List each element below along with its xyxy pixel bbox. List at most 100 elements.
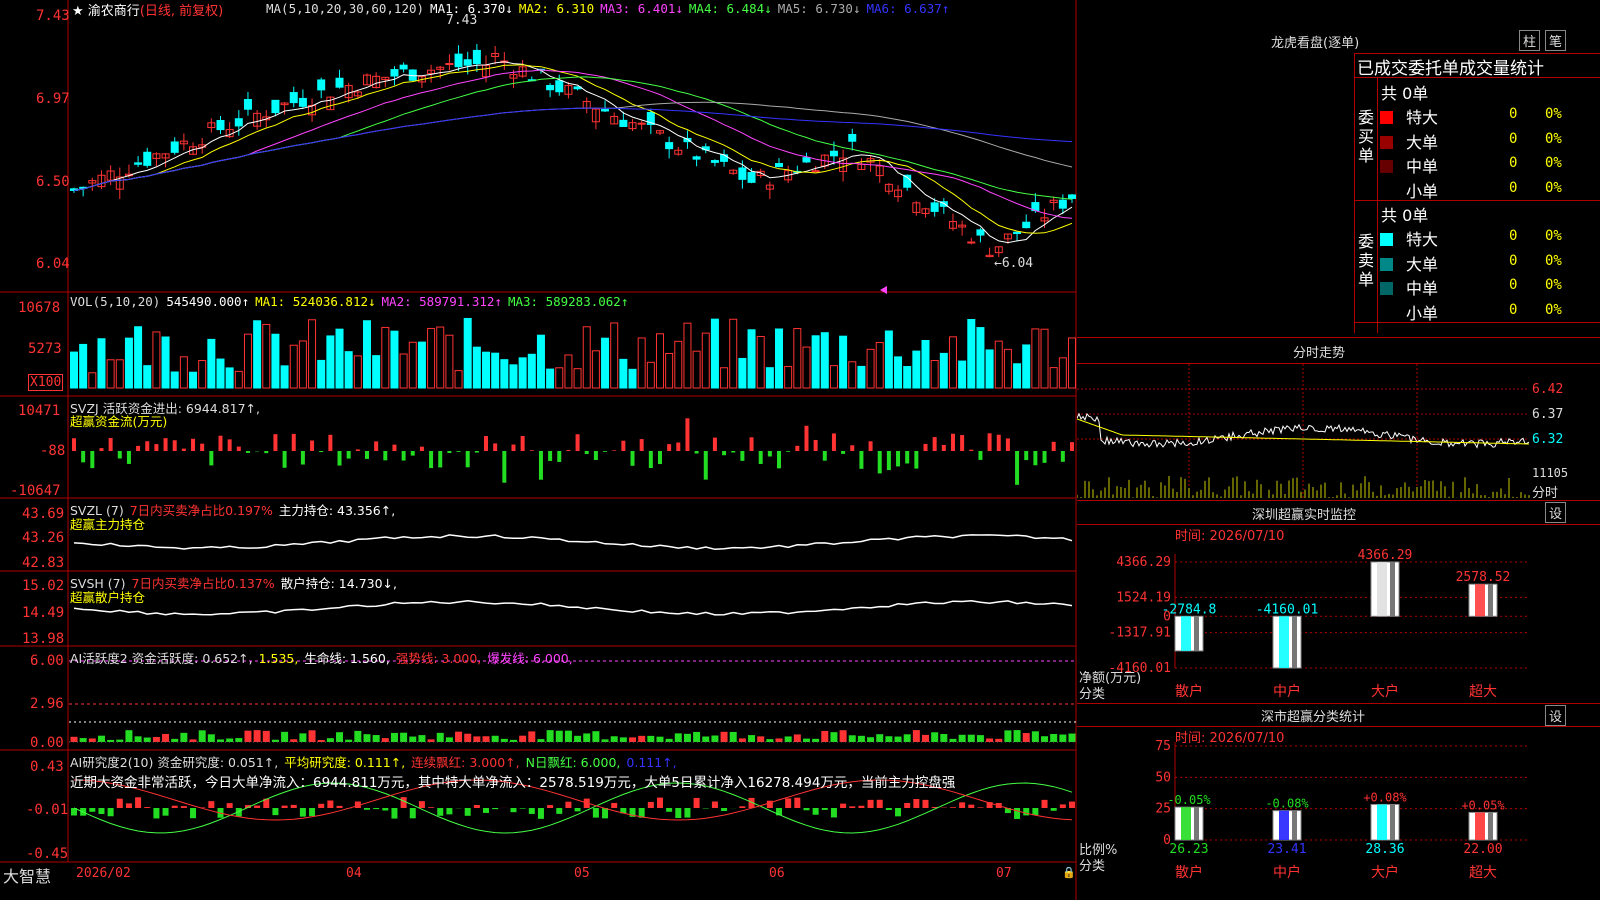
- dragon-tiger-title: 龙虎看盘(逐单): [1271, 36, 1360, 51]
- legend-item: 主力持仓: 43.356↑,: [278, 503, 396, 518]
- flow-bar: [346, 451, 351, 459]
- volume-bar: [1013, 363, 1022, 389]
- research-bar: [437, 808, 444, 816]
- activity-bar: [683, 733, 691, 742]
- order-label: 大单: [1406, 132, 1439, 152]
- flow-bar: [575, 434, 580, 451]
- research-bar: [135, 797, 142, 808]
- research-bar: [684, 808, 691, 818]
- candle-body: [234, 118, 243, 127]
- volume-bar: [70, 351, 78, 389]
- flow-bar: [191, 438, 196, 451]
- flow-bar: [392, 444, 397, 451]
- intraday-chart[interactable]: [1077, 364, 1600, 500]
- research-bar: [428, 807, 435, 808]
- sz-class-xlabel: 分类: [1079, 859, 1106, 874]
- moving-average-lines: [73, 61, 1073, 244]
- swatch-icon: [1380, 135, 1393, 149]
- flow-bar: [355, 449, 360, 451]
- flow-bar: [117, 451, 122, 459]
- volume-bar: [518, 357, 527, 389]
- flow-bar: [813, 439, 818, 451]
- fund-flow-bars: [72, 418, 1074, 485]
- volume-bar: [967, 319, 976, 389]
- flow-bar: [703, 451, 708, 480]
- main-force-holding-line: [73, 534, 1073, 551]
- activity-bar: [638, 735, 646, 742]
- order-row: 特大: [1380, 226, 1438, 250]
- legend-item: 强势线: 3.000,: [395, 651, 482, 666]
- flow-bar: [868, 441, 873, 451]
- activity-bar: [610, 736, 618, 742]
- flow-bar: [282, 451, 287, 468]
- price-tick-2: 6.97: [36, 91, 70, 107]
- favorite-star-icon[interactable]: ★: [72, 4, 84, 19]
- volume-bar: [179, 356, 188, 389]
- research-bar: [1023, 808, 1030, 816]
- flow-bar: [511, 444, 516, 451]
- flow-bar: [374, 441, 379, 451]
- volume-bar: [243, 333, 252, 389]
- flow-bar: [786, 451, 791, 452]
- flow-bar: [923, 443, 928, 451]
- flow-bar: [621, 440, 626, 451]
- activity-bar: [922, 734, 930, 742]
- candle-body: [454, 53, 463, 68]
- research-bar: [464, 808, 471, 816]
- order-label: 大单: [1406, 254, 1439, 274]
- research-bar: [867, 799, 874, 808]
- flow-bar: [300, 451, 305, 465]
- activity-bar: [1050, 734, 1058, 742]
- candle-body: [665, 142, 674, 150]
- swatch-icon: [1380, 307, 1393, 320]
- volume-bar: [124, 337, 133, 389]
- candle-body: [1068, 194, 1076, 199]
- flow-bar: [777, 451, 782, 469]
- activity-bar: [592, 731, 600, 742]
- volume-bar: [381, 326, 390, 389]
- activity-bar: [262, 730, 270, 742]
- flow-bar: [767, 451, 772, 457]
- vol-unit[interactable]: X100: [28, 374, 64, 391]
- activity-bar: [326, 738, 334, 742]
- activity-bar: [839, 730, 847, 742]
- volume-bar: [784, 365, 793, 389]
- flow-bar: [694, 451, 699, 454]
- flow-bar: [383, 451, 388, 461]
- volume-bar: [802, 346, 811, 389]
- research-bar: [968, 804, 975, 808]
- candle-body: [445, 62, 454, 65]
- activity-bar: [244, 730, 252, 742]
- flow-bar: [72, 438, 76, 451]
- research-bar: [226, 803, 233, 808]
- bar-view-button[interactable]: 柱: [1519, 30, 1541, 51]
- order-pct: 0%: [1545, 106, 1562, 122]
- flow-bar: [410, 451, 415, 456]
- lock-icon[interactable]: 🔒: [1062, 866, 1076, 879]
- volume-bar: [143, 365, 152, 389]
- category-label: 大户: [1371, 864, 1399, 881]
- volume-bar: [344, 351, 353, 389]
- sz-class-settings-button[interactable]: 设: [1545, 705, 1567, 726]
- order-count: 0: [1509, 106, 1518, 122]
- brand-logo[interactable]: 大智慧: [3, 863, 51, 887]
- category-label: 超大: [1469, 684, 1497, 700]
- tick-view-button[interactable]: 笔: [1545, 30, 1567, 51]
- swatch-icon: [1380, 257, 1393, 271]
- flow-bar: [291, 433, 296, 451]
- flow-bar: [712, 437, 717, 451]
- activity-bar: [207, 734, 215, 742]
- legend-item: 生命线: 1.560,: [304, 651, 390, 666]
- date-tick-3: 05: [574, 866, 590, 881]
- sz-monitor-settings-button[interactable]: 设: [1545, 502, 1567, 523]
- bar-value-label: 23.41: [1267, 842, 1306, 857]
- chart-mode[interactable]: (日线, 前复权): [140, 4, 223, 19]
- vol-legend: VOL(5,10,20) 545490.000↑ MA1: 524036.812↓ M…: [70, 294, 634, 309]
- volume-bar: [454, 370, 463, 389]
- flow-bar: [1051, 441, 1056, 451]
- flow-bar: [850, 445, 855, 451]
- activity-bar: [1041, 736, 1049, 742]
- legend-item: 爆发线: 6.000,: [487, 651, 573, 666]
- research-bar: [803, 808, 810, 811]
- research-bar: [373, 808, 380, 810]
